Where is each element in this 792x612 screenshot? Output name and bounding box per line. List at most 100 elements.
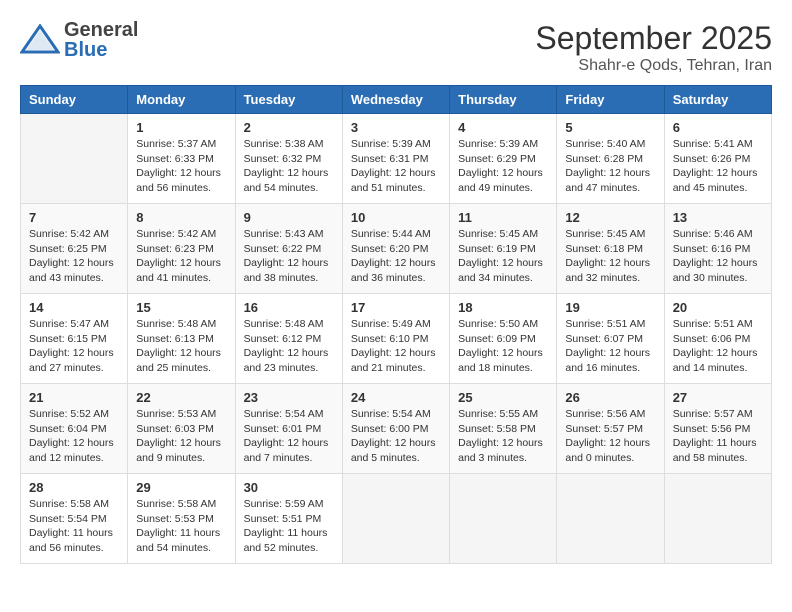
logo-text: General Blue bbox=[64, 20, 138, 60]
calendar-cell bbox=[342, 474, 449, 564]
day-number: 7 bbox=[29, 210, 119, 225]
day-number: 13 bbox=[673, 210, 763, 225]
day-number: 23 bbox=[244, 390, 334, 405]
day-info: Sunrise: 5:56 AM Sunset: 5:57 PM Dayligh… bbox=[565, 407, 655, 466]
calendar-cell: 9 Sunrise: 5:43 AM Sunset: 6:22 PM Daylig… bbox=[235, 204, 342, 294]
calendar-cell: 10 Sunrise: 5:44 AM Sunset: 6:20 PM Dayli… bbox=[342, 204, 449, 294]
calendar-cell: 14 Sunrise: 5:47 AM Sunset: 6:15 PM Dayli… bbox=[21, 294, 128, 384]
calendar-cell: 6 Sunrise: 5:41 AM Sunset: 6:26 PM Daylig… bbox=[664, 114, 771, 204]
day-info: Sunrise: 5:47 AM Sunset: 6:15 PM Dayligh… bbox=[29, 317, 119, 376]
day-number: 17 bbox=[351, 300, 441, 315]
day-info: Sunrise: 5:52 AM Sunset: 6:04 PM Dayligh… bbox=[29, 407, 119, 466]
calendar-table: SundayMondayTuesdayWednesdayThursdayFrid… bbox=[20, 85, 772, 564]
day-number: 20 bbox=[673, 300, 763, 315]
column-header-thursday: Thursday bbox=[450, 86, 557, 114]
day-number: 4 bbox=[458, 120, 548, 135]
column-header-tuesday: Tuesday bbox=[235, 86, 342, 114]
day-number: 29 bbox=[136, 480, 226, 495]
day-info: Sunrise: 5:45 AM Sunset: 6:19 PM Dayligh… bbox=[458, 227, 548, 286]
calendar-cell: 17 Sunrise: 5:49 AM Sunset: 6:10 PM Dayli… bbox=[342, 294, 449, 384]
day-number: 8 bbox=[136, 210, 226, 225]
column-header-sunday: Sunday bbox=[21, 86, 128, 114]
calendar-cell: 12 Sunrise: 5:45 AM Sunset: 6:18 PM Dayli… bbox=[557, 204, 664, 294]
day-info: Sunrise: 5:59 AM Sunset: 5:51 PM Dayligh… bbox=[244, 497, 334, 556]
column-header-monday: Monday bbox=[128, 86, 235, 114]
calendar-cell: 15 Sunrise: 5:48 AM Sunset: 6:13 PM Dayli… bbox=[128, 294, 235, 384]
calendar-cell bbox=[664, 474, 771, 564]
day-info: Sunrise: 5:41 AM Sunset: 6:26 PM Dayligh… bbox=[673, 137, 763, 196]
title-section: September 2025 Shahr-e Qods, Tehran, Ira… bbox=[535, 20, 772, 75]
day-number: 25 bbox=[458, 390, 548, 405]
day-number: 5 bbox=[565, 120, 655, 135]
day-number: 16 bbox=[244, 300, 334, 315]
day-info: Sunrise: 5:38 AM Sunset: 6:32 PM Dayligh… bbox=[244, 137, 334, 196]
month-title: September 2025 bbox=[535, 20, 772, 57]
day-number: 10 bbox=[351, 210, 441, 225]
calendar-cell: 28Sunrise: 5:58 AM Sunset: 5:54 PM Dayli… bbox=[21, 474, 128, 564]
day-info: Sunrise: 5:43 AM Sunset: 6:22 PM Dayligh… bbox=[244, 227, 334, 286]
location-subtitle: Shahr-e Qods, Tehran, Iran bbox=[535, 57, 772, 75]
day-info: Sunrise: 5:55 AM Sunset: 5:58 PM Dayligh… bbox=[458, 407, 548, 466]
day-info: Sunrise: 5:54 AM Sunset: 6:00 PM Dayligh… bbox=[351, 407, 441, 466]
calendar-cell: 24 Sunrise: 5:54 AM Sunset: 6:00 PM Dayli… bbox=[342, 384, 449, 474]
day-info: Sunrise: 5:58 AM Sunset: 5:53 PM Dayligh… bbox=[136, 497, 226, 556]
day-number: 6 bbox=[673, 120, 763, 135]
day-info: Sunrise: 5:42 AM Sunset: 6:23 PM Dayligh… bbox=[136, 227, 226, 286]
day-info: Sunrise: 5:50 AM Sunset: 6:09 PM Dayligh… bbox=[458, 317, 548, 376]
day-number: 15 bbox=[136, 300, 226, 315]
day-info: Sunrise: 5:39 AM Sunset: 6:29 PM Dayligh… bbox=[458, 137, 548, 196]
calendar-week-row: 21Sunrise: 5:52 AM Sunset: 6:04 PM Dayli… bbox=[21, 384, 772, 474]
calendar-cell: 1 Sunrise: 5:37 AM Sunset: 6:33 PM Daylig… bbox=[128, 114, 235, 204]
calendar-cell: 22Sunrise: 5:53 AM Sunset: 6:03 PM Dayli… bbox=[128, 384, 235, 474]
calendar-week-row: 14 Sunrise: 5:47 AM Sunset: 6:15 PM Dayli… bbox=[21, 294, 772, 384]
day-number: 24 bbox=[351, 390, 441, 405]
day-info: Sunrise: 5:51 AM Sunset: 6:06 PM Dayligh… bbox=[673, 317, 763, 376]
calendar-cell: 2 Sunrise: 5:38 AM Sunset: 6:32 PM Daylig… bbox=[235, 114, 342, 204]
day-info: Sunrise: 5:42 AM Sunset: 6:25 PM Dayligh… bbox=[29, 227, 119, 286]
day-info: Sunrise: 5:48 AM Sunset: 6:13 PM Dayligh… bbox=[136, 317, 226, 376]
day-number: 28 bbox=[29, 480, 119, 495]
calendar-cell: 21Sunrise: 5:52 AM Sunset: 6:04 PM Dayli… bbox=[21, 384, 128, 474]
day-info: Sunrise: 5:40 AM Sunset: 6:28 PM Dayligh… bbox=[565, 137, 655, 196]
calendar-cell: 5 Sunrise: 5:40 AM Sunset: 6:28 PM Daylig… bbox=[557, 114, 664, 204]
day-info: Sunrise: 5:54 AM Sunset: 6:01 PM Dayligh… bbox=[244, 407, 334, 466]
logo: General Blue bbox=[20, 20, 138, 60]
calendar-week-row: 28Sunrise: 5:58 AM Sunset: 5:54 PM Dayli… bbox=[21, 474, 772, 564]
calendar-cell bbox=[450, 474, 557, 564]
logo-icon bbox=[20, 24, 60, 56]
day-number: 1 bbox=[136, 120, 226, 135]
day-info: Sunrise: 5:37 AM Sunset: 6:33 PM Dayligh… bbox=[136, 137, 226, 196]
day-number: 14 bbox=[29, 300, 119, 315]
day-number: 9 bbox=[244, 210, 334, 225]
calendar-week-row: 7 Sunrise: 5:42 AM Sunset: 6:25 PM Daylig… bbox=[21, 204, 772, 294]
page-header: General Blue September 2025 Shahr-e Qods… bbox=[20, 20, 772, 75]
day-info: Sunrise: 5:51 AM Sunset: 6:07 PM Dayligh… bbox=[565, 317, 655, 376]
calendar-cell: 13 Sunrise: 5:46 AM Sunset: 6:16 PM Dayli… bbox=[664, 204, 771, 294]
day-info: Sunrise: 5:39 AM Sunset: 6:31 PM Dayligh… bbox=[351, 137, 441, 196]
day-number: 27 bbox=[673, 390, 763, 405]
column-header-friday: Friday bbox=[557, 86, 664, 114]
column-header-wednesday: Wednesday bbox=[342, 86, 449, 114]
calendar-cell: 23 Sunrise: 5:54 AM Sunset: 6:01 PM Dayli… bbox=[235, 384, 342, 474]
day-info: Sunrise: 5:48 AM Sunset: 6:12 PM Dayligh… bbox=[244, 317, 334, 376]
day-info: Sunrise: 5:49 AM Sunset: 6:10 PM Dayligh… bbox=[351, 317, 441, 376]
calendar-cell: 8 Sunrise: 5:42 AM Sunset: 6:23 PM Daylig… bbox=[128, 204, 235, 294]
day-info: Sunrise: 5:45 AM Sunset: 6:18 PM Dayligh… bbox=[565, 227, 655, 286]
day-number: 19 bbox=[565, 300, 655, 315]
day-number: 30 bbox=[244, 480, 334, 495]
calendar-cell bbox=[21, 114, 128, 204]
calendar-cell: 7 Sunrise: 5:42 AM Sunset: 6:25 PM Daylig… bbox=[21, 204, 128, 294]
day-info: Sunrise: 5:46 AM Sunset: 6:16 PM Dayligh… bbox=[673, 227, 763, 286]
day-info: Sunrise: 5:53 AM Sunset: 6:03 PM Dayligh… bbox=[136, 407, 226, 466]
calendar-cell: 19 Sunrise: 5:51 AM Sunset: 6:07 PM Dayli… bbox=[557, 294, 664, 384]
calendar-week-row: 1 Sunrise: 5:37 AM Sunset: 6:33 PM Daylig… bbox=[21, 114, 772, 204]
calendar-cell bbox=[557, 474, 664, 564]
day-info: Sunrise: 5:44 AM Sunset: 6:20 PM Dayligh… bbox=[351, 227, 441, 286]
calendar-cell: 25 Sunrise: 5:55 AM Sunset: 5:58 PM Dayli… bbox=[450, 384, 557, 474]
day-number: 2 bbox=[244, 120, 334, 135]
day-number: 12 bbox=[565, 210, 655, 225]
calendar-cell: 16 Sunrise: 5:48 AM Sunset: 6:12 PM Dayli… bbox=[235, 294, 342, 384]
calendar-header-row: SundayMondayTuesdayWednesdayThursdayFrid… bbox=[21, 86, 772, 114]
day-number: 11 bbox=[458, 210, 548, 225]
calendar-cell: 30 Sunrise: 5:59 AM Sunset: 5:51 PM Dayli… bbox=[235, 474, 342, 564]
